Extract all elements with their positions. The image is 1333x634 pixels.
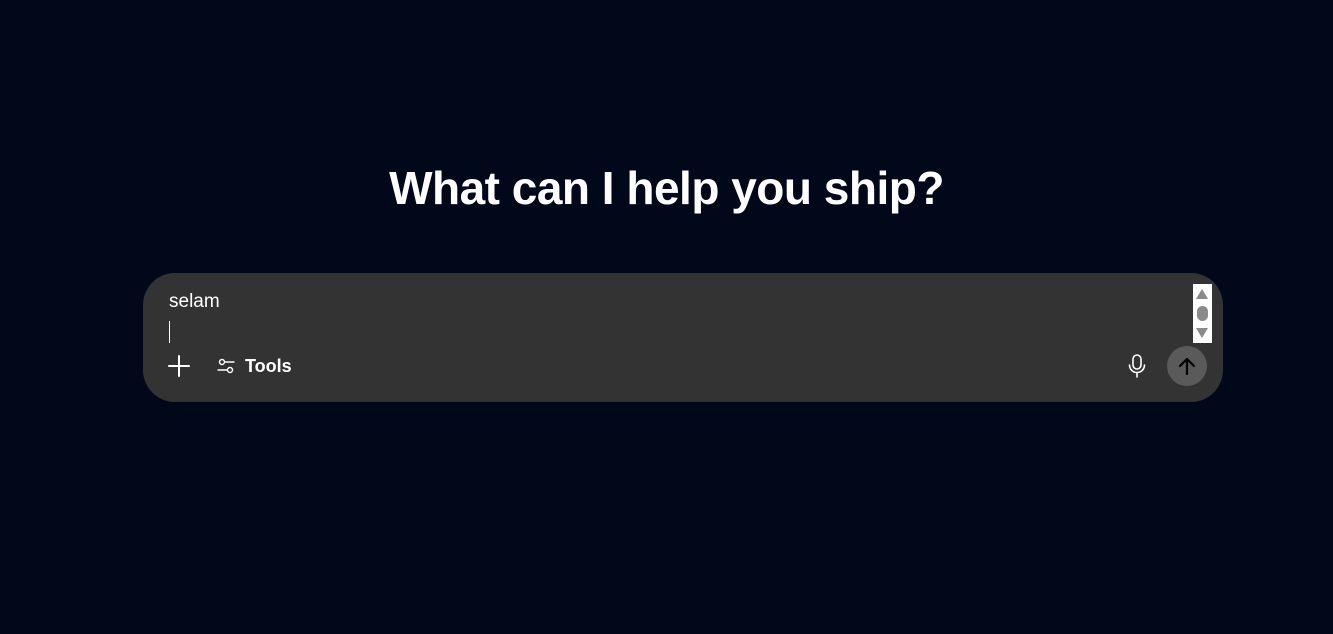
input-scrollbar[interactable] [1193, 284, 1212, 343]
prompt-composer: selam Tools [143, 273, 1223, 402]
tools-label: Tools [245, 355, 292, 376]
voice-input-button[interactable] [1123, 352, 1151, 380]
page-title: What can I help you ship? [389, 162, 944, 214]
tools-button[interactable]: Tools [217, 352, 292, 380]
scroll-thumb[interactable] [1197, 306, 1208, 321]
scroll-down-arrow-icon[interactable] [1196, 328, 1208, 338]
add-attachment-button[interactable] [165, 352, 193, 380]
sliders-icon [217, 358, 235, 374]
page: What can I help you ship? selam Tools [0, 0, 1333, 634]
plus-icon [168, 355, 190, 377]
microphone-icon [1128, 354, 1146, 378]
send-button[interactable] [1167, 346, 1207, 386]
text-caret [169, 321, 170, 343]
scroll-up-arrow-icon[interactable] [1196, 289, 1208, 299]
arrow-up-icon [1178, 357, 1196, 376]
prompt-input[interactable]: selam [169, 291, 1179, 313]
